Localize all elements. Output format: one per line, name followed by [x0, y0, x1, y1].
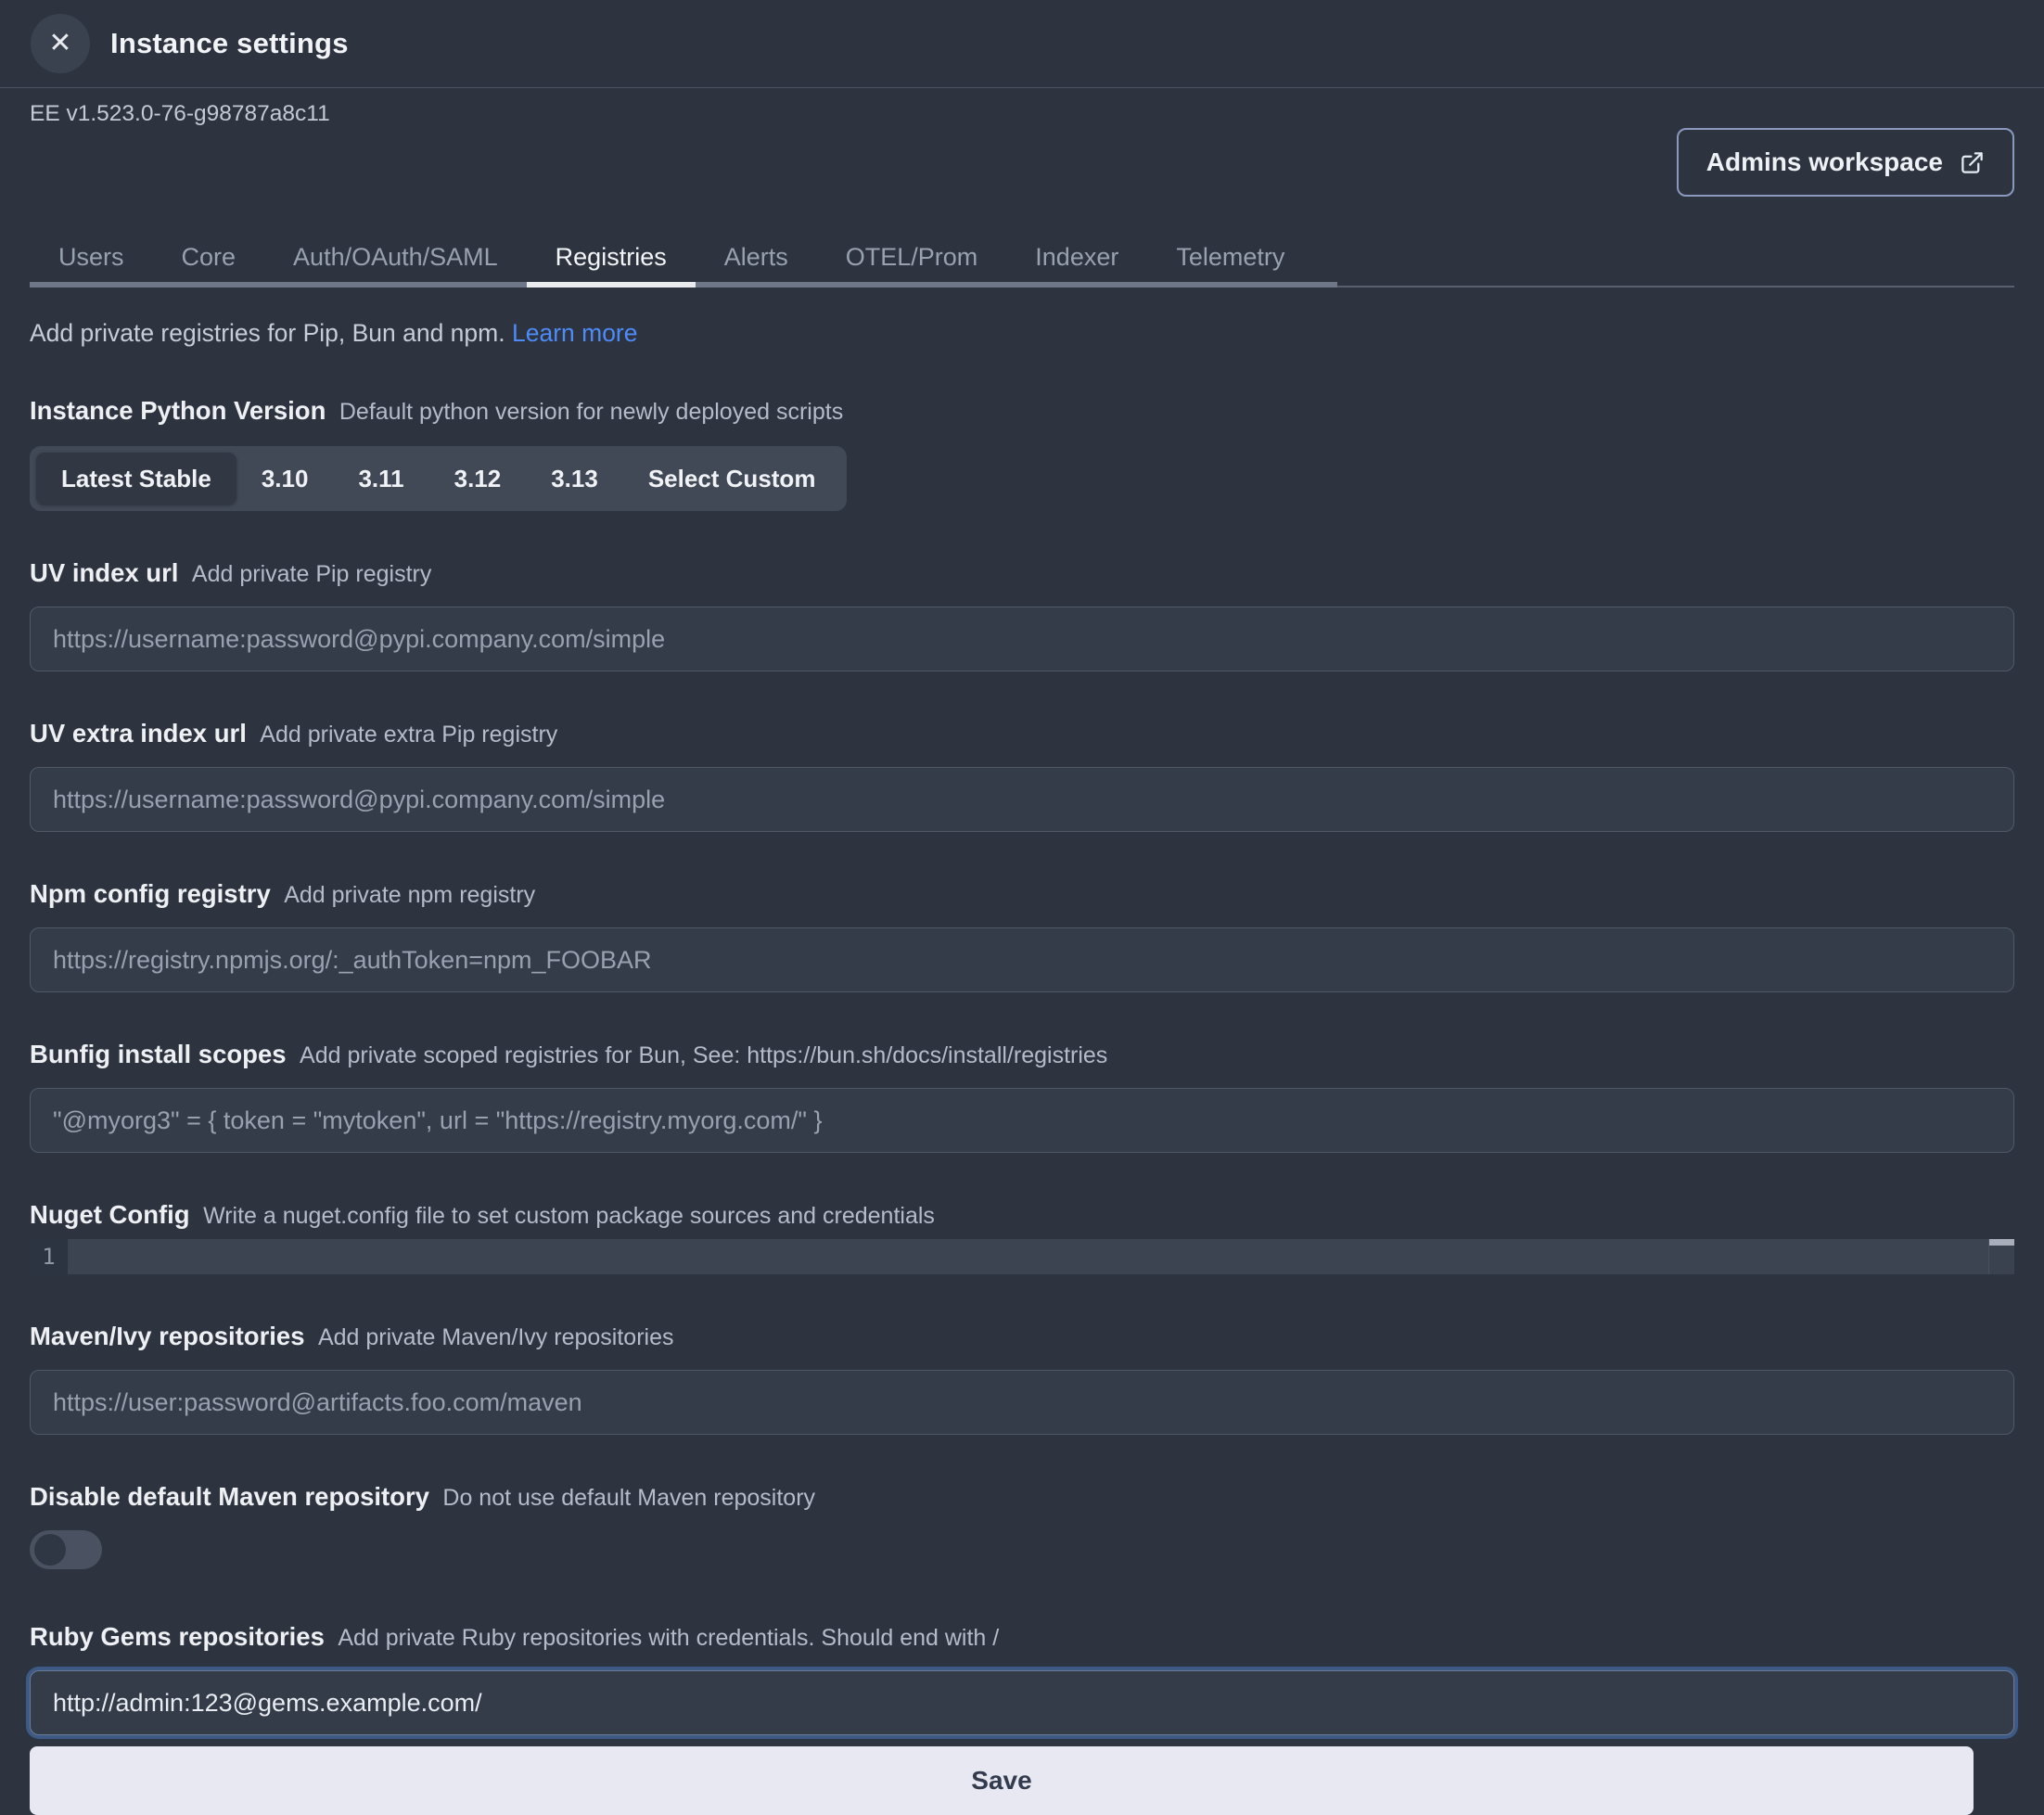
ruby-gems-label: Ruby Gems repositories [30, 1622, 325, 1651]
admins-workspace-label: Admins workspace [1706, 147, 1943, 177]
field-bunfig-install-scopes: Bunfig install scopes Add private scoped… [30, 1039, 2014, 1153]
save-bar: Save [30, 1746, 2014, 1815]
clipped-workspace-heading: Windmill [30, 88, 2014, 96]
modal-content: Windmill EE v1.523.0-76-g98787a8c11 Admi… [0, 88, 2044, 1815]
settings-tabbar: Users Core Auth/OAuth/SAML Registries Al… [30, 226, 2014, 288]
field-maven-ivy-repositories: Maven/Ivy repositories Add private Maven… [30, 1321, 2014, 1435]
npm-config-registry-hint: Add private npm registry [284, 882, 535, 908]
uv-index-url-input[interactable] [30, 607, 2014, 671]
registries-intro-text: Add private registries for Pip, Bun and … [30, 319, 505, 347]
editor-scrollbar[interactable] [1989, 1239, 2014, 1246]
nuget-config-label: Nuget Config [30, 1200, 190, 1229]
tab-auth-oauth-saml[interactable]: Auth/OAuth/SAML [264, 226, 527, 288]
field-nuget-config: Nuget Config Write a nuget.config file t… [30, 1199, 2014, 1274]
field-uv-extra-index-url: UV extra index url Add private extra Pip… [30, 718, 2014, 832]
tab-core[interactable]: Core [153, 226, 265, 288]
python-option-3-10[interactable]: 3.10 [236, 453, 334, 505]
tab-indexer[interactable]: Indexer [1006, 226, 1147, 288]
modal-header: ✕ Instance settings [0, 0, 2044, 88]
python-option-3-12[interactable]: 3.12 [429, 453, 527, 505]
npm-config-registry-input[interactable] [30, 927, 2014, 992]
editor-text-area[interactable] [68, 1239, 2014, 1274]
field-disable-default-maven: Disable default Maven repository Do not … [30, 1481, 2014, 1569]
maven-ivy-label: Maven/Ivy repositories [30, 1322, 305, 1350]
bunfig-install-scopes-hint: Add private scoped registries for Bun, S… [300, 1042, 1107, 1068]
disable-default-maven-toggle[interactable] [30, 1530, 102, 1569]
tab-users[interactable]: Users [30, 226, 153, 288]
uv-extra-index-url-hint: Add private extra Pip registry [260, 722, 557, 748]
bunfig-install-scopes-input[interactable] [30, 1088, 2014, 1153]
field-ruby-gems-repositories: Ruby Gems repositories Add private Ruby … [30, 1621, 2014, 1735]
learn-more-link[interactable]: Learn more [512, 319, 638, 347]
external-link-icon [1960, 150, 1985, 175]
page-title: Instance settings [110, 27, 349, 60]
field-npm-config-registry: Npm config registry Add private npm regi… [30, 878, 2014, 992]
uv-index-url-label: UV index url [30, 558, 178, 587]
toggle-knob [34, 1534, 66, 1566]
edition-version-text: EE v1.523.0-76-g98787a8c11 [30, 100, 2014, 128]
ruby-gems-input[interactable] [30, 1670, 2014, 1735]
tab-list: Users Core Auth/OAuth/SAML Registries Al… [30, 226, 1337, 288]
python-option-latest-stable[interactable]: Latest Stable [36, 453, 236, 505]
ruby-gems-hint: Add private Ruby repositories with crede… [338, 1625, 999, 1651]
python-version-selector: Latest Stable 3.10 3.11 3.12 3.13 Select… [30, 446, 847, 511]
uv-extra-index-url-input[interactable] [30, 767, 2014, 832]
save-button[interactable]: Save [30, 1746, 1974, 1815]
field-uv-index-url: UV index url Add private Pip registry [30, 557, 2014, 671]
editor-minimap [1988, 1239, 2014, 1274]
tab-alerts[interactable]: Alerts [696, 226, 817, 288]
close-icon[interactable]: ✕ [31, 14, 90, 73]
python-version-label: Instance Python Version [30, 396, 326, 425]
disable-default-maven-hint: Do not use default Maven repository [442, 1485, 815, 1511]
field-python-version: Instance Python Version Default python v… [30, 395, 2014, 511]
nuget-config-hint: Write a nuget.config file to set custom … [203, 1203, 935, 1229]
uv-extra-index-url-label: UV extra index url [30, 719, 247, 748]
nuget-config-editor[interactable]: 1 [30, 1239, 2014, 1274]
maven-ivy-input[interactable] [30, 1370, 2014, 1435]
admins-workspace-button[interactable]: Admins workspace [1677, 128, 2014, 197]
tab-registries[interactable]: Registries [527, 226, 696, 288]
npm-config-registry-label: Npm config registry [30, 879, 271, 908]
tab-otel-prom[interactable]: OTEL/Prom [817, 226, 1007, 288]
editor-line-number: 1 [30, 1239, 68, 1274]
python-option-3-11[interactable]: 3.11 [333, 453, 428, 505]
bunfig-install-scopes-label: Bunfig install scopes [30, 1040, 287, 1068]
disable-default-maven-label: Disable default Maven repository [30, 1482, 429, 1511]
python-option-select-custom[interactable]: Select Custom [623, 453, 841, 505]
tab-telemetry[interactable]: Telemetry [1147, 226, 1313, 288]
registries-intro: Add private registries for Pip, Bun and … [30, 317, 2014, 349]
python-option-3-13[interactable]: 3.13 [526, 453, 623, 505]
uv-index-url-hint: Add private Pip registry [192, 561, 431, 587]
maven-ivy-hint: Add private Maven/Ivy repositories [318, 1324, 674, 1350]
python-version-hint: Default python version for newly deploye… [339, 399, 843, 425]
